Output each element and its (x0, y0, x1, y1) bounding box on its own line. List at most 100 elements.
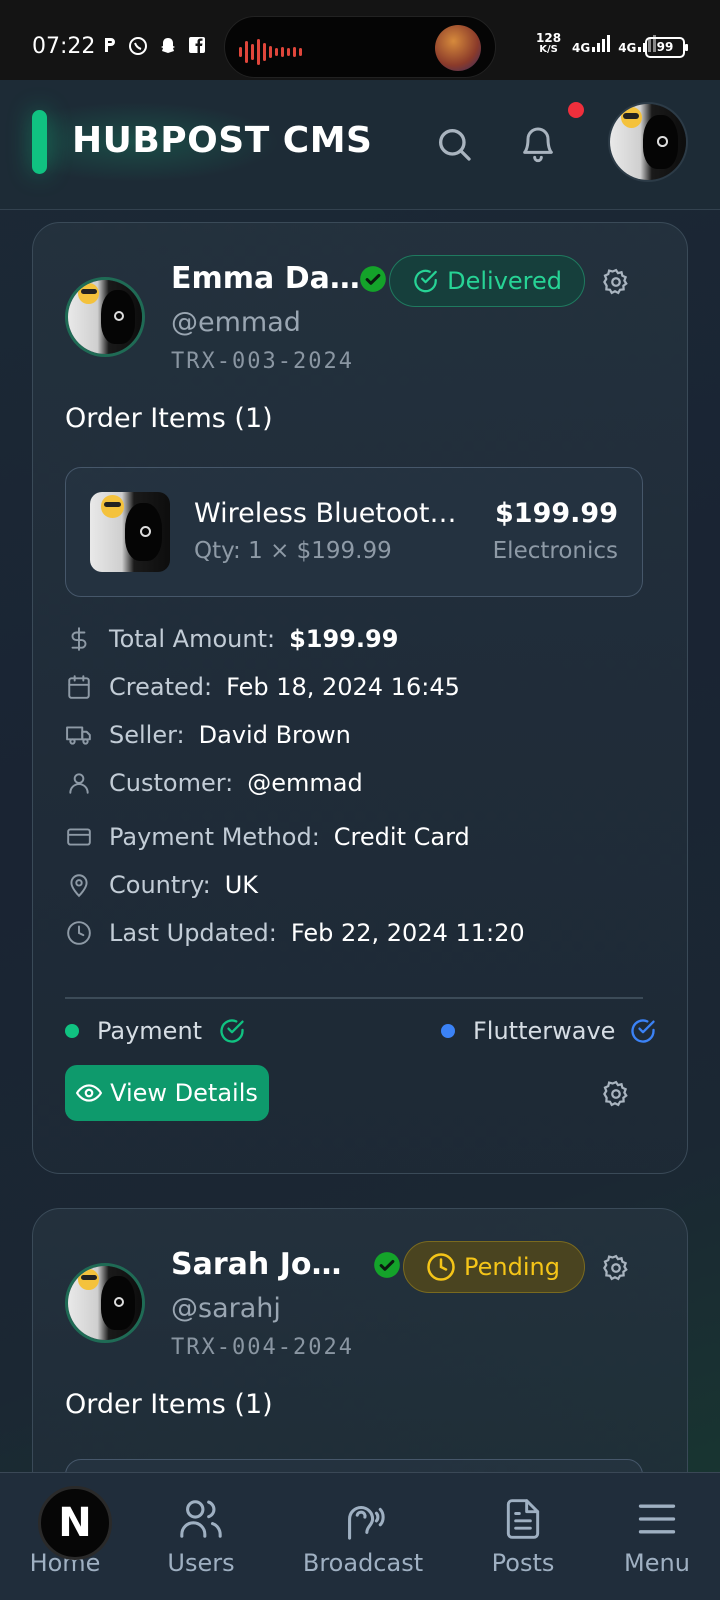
nav-users[interactable]: Users (156, 1473, 246, 1600)
verified-icon (360, 266, 386, 292)
notification-dot (568, 102, 584, 118)
dollar-icon (71, 627, 87, 651)
signal-1: 4G (572, 34, 611, 55)
customer-name: Sarah John... (171, 1247, 361, 1282)
gateway-status: Flutterwave (441, 1011, 657, 1051)
product-thumbnail (90, 492, 170, 572)
transaction-id: TRX-004-2024 (171, 1335, 354, 1360)
battery-icon: 99 (645, 37, 688, 58)
detail-label: Country: (109, 871, 211, 899)
check-circle-icon (631, 1019, 656, 1043)
menu-icon (638, 1504, 676, 1534)
detail-country: Country: UK (65, 867, 258, 903)
status-dot (441, 1024, 455, 1038)
detail-customer: Customer: @emmad (65, 765, 363, 801)
nav-posts[interactable]: Posts (478, 1473, 568, 1600)
assistant-fab-button[interactable]: N (38, 1486, 112, 1560)
avatar-image (610, 104, 686, 180)
credit-card-icon (67, 828, 91, 846)
nav-label: Users (167, 1549, 235, 1577)
gateway-label: Flutterwave (473, 1017, 616, 1045)
settings-gear-icon[interactable] (601, 1079, 631, 1109)
eye-icon (76, 1084, 103, 1102)
status-badge: Pending (403, 1241, 585, 1293)
divider (65, 997, 643, 999)
network-type-1: 4G (572, 41, 591, 55)
order-items-title: Order Items (1) (65, 403, 273, 434)
dynamic-island[interactable] (224, 16, 496, 78)
customer-handle: @emmad (171, 307, 301, 338)
network-signals: 4G 4G (572, 34, 657, 55)
verified-icon (374, 1252, 400, 1278)
settings-gear-icon[interactable] (601, 1253, 631, 1283)
detail-value: Feb 18, 2024 16:45 (226, 673, 460, 701)
broadcast-icon (348, 1506, 385, 1540)
payment-label: Payment (97, 1017, 203, 1045)
item-category: Electronics (492, 538, 618, 564)
nav-label: Posts (491, 1549, 555, 1577)
view-details-label: View Details (110, 1079, 258, 1107)
status-bar: 07:22 P 128 K/S 4G 4G 99 (0, 0, 720, 80)
customer-handle: @sarahj (171, 1293, 281, 1324)
status-text: Delivered (447, 267, 562, 295)
whatsapp-icon (129, 37, 147, 55)
users-icon (180, 1500, 222, 1538)
detail-value: UK (224, 871, 258, 899)
check-circle-icon (414, 269, 437, 293)
profile-avatar[interactable] (608, 102, 688, 182)
detail-label: Last Updated: (109, 919, 277, 947)
detail-value: Credit Card (333, 823, 470, 851)
signal-bars-icon (592, 34, 611, 52)
detail-value: @emmad (247, 769, 363, 797)
detail-value: $199.99 (289, 625, 399, 653)
search-button[interactable] (428, 118, 480, 170)
status-app-icons: P (102, 36, 206, 56)
map-pin-icon (70, 874, 88, 898)
detail-label: Customer: (109, 769, 234, 797)
detail-seller: Seller: David Brown (65, 717, 351, 753)
status-text: Pending (464, 1253, 560, 1281)
detail-value: Feb 22, 2024 11:20 (290, 919, 525, 947)
detail-label: Seller: (109, 721, 185, 749)
payment-status: Payment (65, 1011, 246, 1051)
nav-menu[interactable]: Menu (612, 1473, 702, 1600)
network-type-2: 4G (618, 41, 637, 55)
nav-label: Menu (624, 1549, 690, 1577)
status-time: 07:22 (32, 34, 96, 59)
brand-accent-bar (32, 110, 47, 174)
item-price: $199.99 (495, 498, 618, 529)
network-speed: 128 K/S (536, 32, 561, 56)
order-item[interactable]: Wireless Bluetooth ... Qty: 1 × $199.99 … (65, 467, 643, 597)
order-items-title: Order Items (1) (65, 1389, 273, 1420)
customer-avatar (65, 1263, 145, 1343)
check-circle-icon (220, 1019, 244, 1043)
user-icon (69, 773, 89, 794)
detail-label: Payment Method: (109, 823, 320, 851)
detail-label: Created: (109, 673, 213, 701)
facebook-icon (189, 37, 205, 53)
item-quantity: Qty: 1 × $199.99 (194, 538, 392, 564)
detail-value: David Brown (198, 721, 351, 749)
notifications-button[interactable] (512, 118, 564, 170)
document-icon (506, 1499, 540, 1539)
clock-icon (67, 921, 91, 945)
view-details-button[interactable]: View Details (65, 1065, 269, 1121)
status-dot (65, 1024, 79, 1038)
detail-created: Created: Feb 18, 2024 16:45 (65, 669, 460, 705)
p-app-icon (105, 38, 115, 52)
app-title: HUBPOST CMS (72, 120, 373, 161)
speed-value: 128 (536, 31, 562, 45)
now-playing-avatar (435, 25, 481, 71)
nav-broadcast[interactable]: Broadcast (300, 1473, 426, 1600)
speed-unit: K/S (539, 44, 558, 55)
app-header: HUBPOST CMS (0, 80, 720, 210)
detail-total-amount: Total Amount: $199.99 (65, 621, 398, 657)
item-name: Wireless Bluetooth ... (194, 498, 466, 529)
search-icon (439, 129, 471, 161)
clock-icon (427, 1253, 455, 1281)
settings-gear-icon[interactable] (601, 267, 631, 297)
snapchat-icon (161, 38, 175, 53)
order-card: Emma Da... Delivered @emmad TRX-003-2024… (32, 222, 688, 1174)
nav-label: Broadcast (302, 1549, 424, 1577)
bell-icon (523, 127, 553, 163)
